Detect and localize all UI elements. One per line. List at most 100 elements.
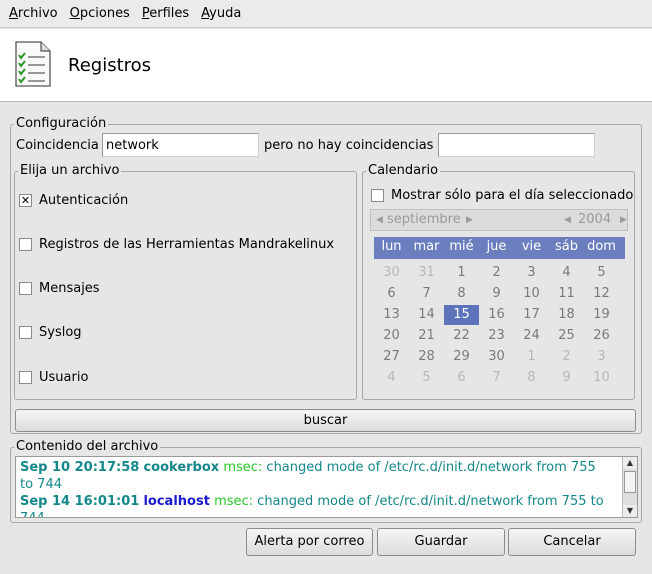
- calendar-day[interactable]: 1: [514, 347, 549, 367]
- checkbox-usuario[interactable]: [19, 371, 32, 384]
- log-message: changed mode of /etc/rc.d/init.d/network…: [257, 494, 604, 509]
- nomatch-input[interactable]: [438, 133, 595, 157]
- log-source: msec:: [214, 494, 254, 509]
- calendar-day[interactable]: 5: [409, 368, 444, 388]
- calendar-day[interactable]: 6: [444, 368, 479, 388]
- file-label-usuario: Usuario: [39, 370, 89, 385]
- content-group-title: Contenido del archivo: [14, 439, 161, 454]
- file-label-mensajes: Mensajes: [39, 281, 100, 296]
- calendar-day[interactable]: 31: [409, 263, 444, 283]
- menu-opciones[interactable]: Opciones: [65, 6, 135, 21]
- calendar-nav: ◀ septiembre ▶ ◀ 2004 ▶: [370, 209, 628, 231]
- scroll-thumb[interactable]: [624, 471, 636, 493]
- calendar-day[interactable]: 11: [549, 284, 584, 304]
- search-button[interactable]: buscar: [15, 409, 636, 432]
- page-title: Registros: [68, 55, 152, 76]
- calendar-day[interactable]: 8: [514, 368, 549, 388]
- prev-year-icon[interactable]: ◀: [564, 215, 571, 225]
- log-date: Sep 14 16:01:01: [20, 494, 140, 509]
- checkbox-mandrake-tools[interactable]: [19, 238, 32, 251]
- calendar-day[interactable]: 14: [409, 305, 444, 325]
- only-selected-day-label: Mostrar sólo para el día seleccionado: [391, 188, 634, 203]
- calendar-day[interactable]: 7: [409, 284, 444, 304]
- calendar-day[interactable]: 3: [514, 263, 549, 283]
- calendar-day[interactable]: 23: [479, 326, 514, 346]
- calendar-day[interactable]: 30: [374, 263, 409, 283]
- weekday-jue: jue: [486, 239, 507, 254]
- calendar-day[interactable]: 5: [584, 263, 619, 283]
- log-host: localhost: [143, 494, 210, 509]
- scroll-down-icon[interactable]: ▼: [623, 505, 637, 517]
- log-scrollbar[interactable]: ▲ ▼: [622, 457, 637, 517]
- log-line: Sep 10 20:17:58 cookerbox msec: changed …: [20, 459, 596, 476]
- file-label-syslog: Syslog: [39, 325, 82, 340]
- page-header: Registros: [0, 29, 652, 102]
- calendar-day[interactable]: 29: [444, 347, 479, 367]
- match-label: Coincidencia: [16, 138, 99, 153]
- menu-ayuda[interactable]: Ayuda: [196, 6, 246, 21]
- calendar-day[interactable]: 18: [549, 305, 584, 325]
- weekday-mar: mar: [413, 239, 440, 254]
- calendar-day[interactable]: 27: [374, 347, 409, 367]
- calendar-day[interactable]: 20: [374, 326, 409, 346]
- calendar-group-title: Calendario: [366, 163, 441, 178]
- calendar-day[interactable]: 13: [374, 305, 409, 325]
- log-line-continuation: to 744: [20, 477, 62, 492]
- calendar-day[interactable]: 24: [514, 326, 549, 346]
- calendar-day[interactable]: 30: [479, 347, 514, 367]
- calendar-day[interactable]: 4: [374, 368, 409, 388]
- calendar-month: septiembre: [387, 212, 461, 227]
- checkbox-mensajes[interactable]: [19, 282, 32, 295]
- log-content-area[interactable]: Sep 10 20:17:58 cookerbox msec: changed …: [15, 456, 638, 518]
- calendar-day[interactable]: 12: [584, 284, 619, 304]
- calendar-day[interactable]: 28: [409, 347, 444, 367]
- config-group-title: Configuración: [14, 116, 109, 131]
- checkbox-autenticacion[interactable]: ✕: [19, 194, 32, 207]
- next-month-icon[interactable]: ▶: [466, 215, 473, 225]
- calendar-day[interactable]: 4: [549, 263, 584, 283]
- calendar-day[interactable]: 2: [549, 347, 584, 367]
- calendar-day[interactable]: 10: [514, 284, 549, 304]
- calendar-day[interactable]: 10: [584, 368, 619, 388]
- calendar-weekdays: lun mar mié jue vie sáb dom: [374, 237, 625, 259]
- calendar-day[interactable]: 17: [514, 305, 549, 325]
- calendar-day[interactable]: 26: [584, 326, 619, 346]
- calendar-day[interactable]: 3: [584, 347, 619, 367]
- calendar-day[interactable]: 6: [374, 284, 409, 304]
- menu-perfiles[interactable]: Perfiles: [137, 6, 194, 21]
- checkbox-syslog[interactable]: [19, 326, 32, 339]
- calendar-day[interactable]: 16: [479, 305, 514, 325]
- weekday-mie: mié: [449, 239, 474, 254]
- calendar-day[interactable]: 22: [444, 326, 479, 346]
- calendar-day[interactable]: 9: [549, 368, 584, 388]
- menu-archivo[interactable]: Archivo: [4, 6, 63, 21]
- calendar-day[interactable]: 1: [444, 263, 479, 283]
- nomatch-label: pero no hay coincidencias: [264, 138, 434, 153]
- calendar-day[interactable]: 8: [444, 284, 479, 304]
- calendar-day[interactable]: 15: [444, 305, 479, 325]
- calendar-day[interactable]: 25: [549, 326, 584, 346]
- next-year-icon[interactable]: ▶: [620, 215, 627, 225]
- menu-bar: Archivo Opciones Perfiles Ayuda: [0, 0, 652, 28]
- calendar-day[interactable]: 19: [584, 305, 619, 325]
- file-label-mandrake-tools: Registros de las Herramientas Mandrakeli…: [39, 237, 335, 252]
- log-line-continuation: 744: [20, 510, 45, 517]
- match-input[interactable]: [102, 133, 259, 157]
- calendar-day[interactable]: 2: [479, 263, 514, 283]
- cancel-button[interactable]: Cancelar: [508, 528, 636, 556]
- file-label-autenticacion: Autenticación: [39, 193, 129, 208]
- scroll-up-icon[interactable]: ▲: [623, 457, 637, 469]
- save-button[interactable]: Guardar: [377, 528, 505, 556]
- log-date: Sep 10 20:17:58: [20, 460, 140, 475]
- checkbox-only-selected-day[interactable]: [371, 189, 384, 202]
- email-alert-button[interactable]: Alerta por correo: [246, 528, 373, 556]
- calendar-day[interactable]: 7: [479, 368, 514, 388]
- calendar-day[interactable]: 21: [409, 326, 444, 346]
- calendar-day[interactable]: 9: [479, 284, 514, 304]
- log-source: msec:: [223, 460, 263, 475]
- prev-month-icon[interactable]: ◀: [376, 215, 383, 225]
- weekday-lun: lun: [381, 239, 402, 254]
- weekday-sab: sáb: [555, 239, 578, 254]
- calendar-year: 2004: [578, 212, 612, 227]
- log-host: cookerbox: [143, 460, 220, 475]
